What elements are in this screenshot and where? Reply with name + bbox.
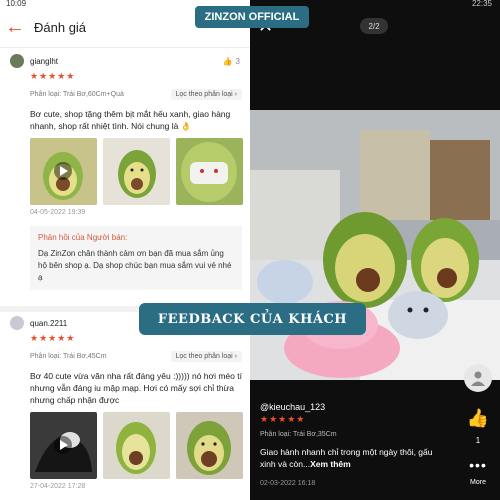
review-text: Bơ cute, shop tặng thêm bịt mắt hếu xanh… <box>30 109 231 131</box>
brand-logo: ZINZON OFFICIAL <box>195 6 309 28</box>
review-item: gianglht 👍 3 ★★★★★ Phân loại: Trái Bơ,60… <box>0 52 250 290</box>
back-arrow-icon[interactable]: ← <box>0 8 30 48</box>
review-photo[interactable] <box>103 412 170 479</box>
filter-by-classification-button[interactable]: Lọc theo phân loại › <box>170 88 242 100</box>
see-more-link[interactable]: Xem thêm <box>310 459 351 469</box>
classification: Phân loại: Trái Bơ,35Cm <box>260 431 337 438</box>
review-photo-large[interactable] <box>250 110 500 380</box>
rating-stars: ★★★★★ <box>30 71 76 81</box>
review-photos <box>0 132 250 205</box>
review-date: 02-03-2022 16:18 <box>260 480 316 487</box>
thumbs-up-icon[interactable]: 👍 <box>466 408 490 429</box>
like-count: 3 <box>235 56 240 66</box>
reviews-panel: 10:09 ← Đánh giá gianglht 👍 3 ★★★★★ Phân… <box>0 0 250 500</box>
thumbs-up-icon: 👍 <box>222 56 233 66</box>
page-title: Đánh giá <box>34 20 87 35</box>
avatar <box>10 54 24 68</box>
review-photo[interactable] <box>176 412 243 479</box>
rating-stars: ★★★★★ <box>260 414 306 424</box>
filter-by-classification-button[interactable]: Lọc theo phân loại › <box>170 350 242 362</box>
seller-reply: Phản hồi của Người bán: Dạ ZinZon chân t… <box>30 226 242 290</box>
avatar[interactable] <box>464 364 492 392</box>
review-text: Bơ 40 cute vừa văn nha rất đáng yêu :)))… <box>30 371 242 405</box>
review-photos <box>0 406 250 479</box>
classification: Phân loại: Trái Bơ,45Cm <box>30 352 107 360</box>
review-photo[interactable] <box>103 138 170 205</box>
like-count: 1 <box>475 436 481 445</box>
seller-reply-title: Phản hồi của Người bán: <box>38 233 128 242</box>
more-label[interactable]: More <box>460 479 496 486</box>
user-icon <box>471 371 485 386</box>
review-text: Giao hành nhanh chỉ trong một ngày thôi,… <box>260 447 433 469</box>
review-photo[interactable] <box>176 138 243 205</box>
feedback-banner: FEEDBACK CỦA KHÁCH <box>139 303 366 335</box>
review-photo[interactable] <box>30 412 97 479</box>
reviewer-name: gianglht <box>30 56 59 66</box>
like-button[interactable]: 👍 3 <box>223 57 240 66</box>
reviewer-name: @kieuchau_123 <box>260 402 326 412</box>
seller-reply-text: Dạ ZinZon chân thành cảm ơn bạn đã mua s… <box>38 249 232 282</box>
photo-counter: 2/2 <box>360 18 388 34</box>
classification: Phân loại: Trái Bơ,60Cm+Quà <box>30 90 124 98</box>
more-icon[interactable]: ••• <box>466 457 490 473</box>
photo-viewer: 22:35 ✕ @kieuchau_123 ★★★★★ P <box>250 0 500 500</box>
review-date: 04-05-2022 19:39 <box>30 209 86 216</box>
review-item: quan.2211 ★★★★★ Phân loại: Trái Bơ,45Cm … <box>0 314 250 490</box>
review-photo[interactable] <box>30 138 97 205</box>
avatar <box>10 316 24 330</box>
review-date: 27-04-2022 17:28 <box>30 483 86 490</box>
